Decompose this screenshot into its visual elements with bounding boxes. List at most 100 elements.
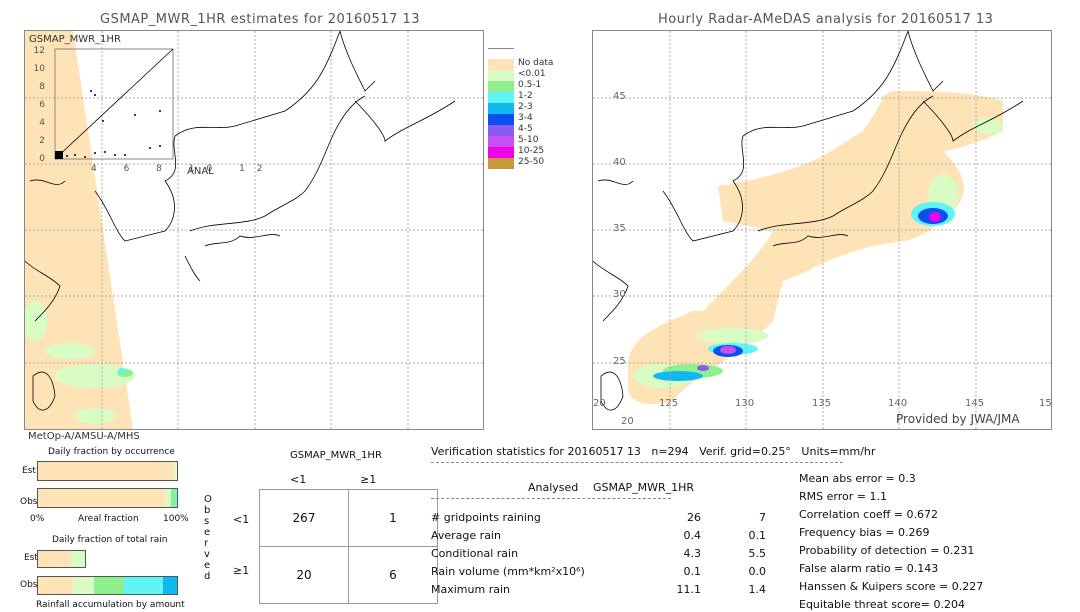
observed-letter: e — [204, 560, 211, 571]
lat-tick: 45 — [613, 91, 626, 102]
verif-row-analysed: 0.4 — [683, 529, 702, 542]
tot-obs-seg — [163, 577, 177, 594]
col-gsmap: GSMAP_MWR_1HR — [593, 481, 695, 494]
observed-letter: e — [204, 527, 211, 538]
tot-obs-seg — [38, 577, 73, 594]
legend-swatch — [488, 114, 514, 125]
verif-row-analysed: 0.1 — [683, 565, 702, 578]
divider — [431, 498, 671, 499]
legend-label: 4-5 — [518, 124, 533, 134]
lon-tick: 140 — [888, 398, 908, 409]
rain-patch — [697, 365, 709, 371]
legend-swatch — [488, 81, 514, 92]
right-map-svg — [593, 31, 1051, 429]
occ-est-bar — [37, 461, 178, 481]
cont-row-lt1: <1 — [233, 513, 250, 526]
cont-row-ge1: ≥1 — [233, 564, 250, 577]
rain-patch — [698, 328, 768, 344]
legend-swatch — [488, 70, 514, 81]
tot-obs-label: Obs — [20, 580, 38, 590]
satellite-label: MetOp-A/AMSU-A/MHS — [28, 431, 140, 442]
tot-obs-seg — [72, 577, 94, 594]
observed-letter: v — [204, 549, 210, 560]
data-credit: Provided by JWA/JMA — [896, 412, 1020, 426]
rain-patch — [118, 368, 126, 374]
left-map: 12 10 8 6 4 2 0 GSMAP_MWR_1HR 4 6 8 10 1… — [24, 30, 484, 430]
inset-tick: 4 — [39, 118, 45, 128]
areal-axis-left: 0% — [30, 514, 45, 524]
coverage-area — [628, 91, 1003, 404]
legend-swatch — [488, 59, 514, 70]
score-item: Hanssen & Kuipers score = 0.227 — [799, 580, 984, 593]
verif-header: Verification statistics for 20160517 13 … — [431, 445, 876, 458]
inset-tick: 2 — [39, 136, 45, 146]
legend-label: 25-50 — [518, 157, 545, 167]
rain-patch — [653, 371, 703, 381]
rain-patch — [45, 343, 95, 359]
inset-tick: 10 — [34, 64, 46, 74]
verif-row-analysed: 26 — [687, 511, 701, 524]
legend-label: <0.01 — [518, 69, 546, 79]
divider — [431, 462, 843, 463]
legend-label: 2-3 — [518, 102, 533, 112]
lon-tick: 130 — [735, 398, 755, 409]
legend-swatch — [488, 125, 514, 136]
cont-cell: 267 — [259, 489, 349, 547]
verif-row-analysed: 4.3 — [683, 547, 702, 560]
observed-letter: r — [204, 538, 209, 549]
legend-swatch — [488, 92, 514, 103]
verif-row-label: Maximum rain — [431, 583, 510, 596]
legend-label: 10-25 — [518, 146, 545, 156]
observed-letter: s — [204, 516, 210, 527]
right-map: 45 40 35 30 25 20 20 125 130 135 140 145… — [592, 30, 1052, 430]
total-rain-title: Daily fraction of total rain — [52, 535, 168, 545]
inset-xticks: 4 6 8 10 12 — [91, 164, 275, 174]
observed-letter: b — [204, 505, 211, 516]
legend-swatch — [488, 158, 514, 169]
tot-obs-bar — [37, 576, 178, 595]
verif-row-gsmap: 1.4 — [748, 583, 767, 596]
tot-obs-seg — [124, 577, 164, 594]
cont-col-ge1: ≥1 — [360, 473, 377, 486]
legend-swatch — [488, 136, 514, 147]
lat-tick: 30 — [613, 289, 626, 300]
lon-tick-left: 20 — [593, 398, 606, 409]
verif-row-analysed: 11.1 — [676, 583, 702, 596]
score-item: Probability of detection = 0.231 — [799, 544, 975, 557]
rain-patch — [75, 408, 115, 424]
left-map-svg: 12 10 8 6 4 2 0 — [25, 31, 483, 429]
verif-row-gsmap: 0.0 — [748, 565, 767, 578]
right-map-title: Hourly Radar-AMeDAS analysis for 2016051… — [658, 12, 994, 27]
lat-tick: 20 — [621, 416, 634, 427]
occ-obs-label: Obs — [20, 497, 38, 507]
col-analysed: Analysed — [528, 481, 579, 494]
inset-tick: 8 — [39, 82, 45, 92]
verif-row-gsmap: 7 — [759, 511, 766, 524]
rain-patch — [720, 346, 736, 354]
score-item: Correlation coeff = 0.672 — [799, 508, 938, 521]
tot-est-bar — [37, 550, 86, 568]
verif-row-gsmap: 5.5 — [748, 547, 767, 560]
inset-tick: 12 — [34, 46, 45, 56]
observed-label: Observed — [204, 494, 212, 582]
lat-tick: 40 — [613, 157, 626, 168]
scatter-dense-cluster — [55, 151, 63, 159]
lon-tick: 125 — [659, 398, 679, 409]
occ-obs-seg — [175, 489, 177, 507]
lon-tick: 145 — [965, 398, 985, 409]
lat-tick: 25 — [613, 356, 626, 367]
rain-patch — [929, 212, 941, 222]
tot-est-seg — [38, 551, 71, 567]
score-item: Equitable threat score= 0.204 — [799, 598, 965, 611]
legend-label: 0.5-1 — [518, 80, 542, 90]
verif-row-gsmap: 0.1 — [748, 529, 767, 542]
areal-axis-right: 100% — [163, 514, 189, 524]
legend-swatch — [488, 103, 514, 114]
score-item: RMS error = 1.1 — [799, 490, 887, 503]
inset-xlabel: ANAL — [187, 166, 214, 177]
occ-est-label: Est — [22, 466, 36, 476]
observed-letter: O — [204, 494, 212, 505]
contingency-table: 267 1 20 6 — [259, 489, 438, 604]
inset-tick: 0 — [39, 154, 45, 164]
occ-est-seg — [174, 462, 177, 480]
